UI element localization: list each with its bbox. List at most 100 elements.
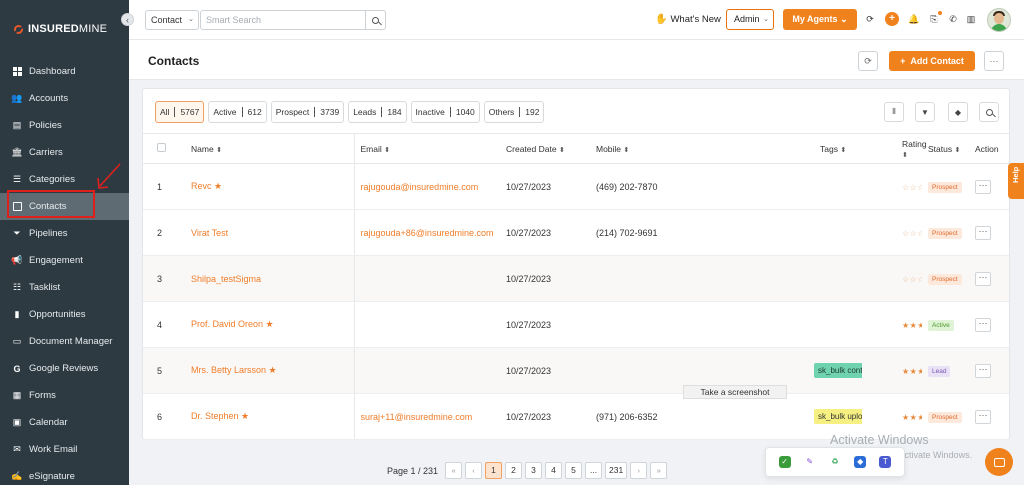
sidebar-item-forms[interactable]: ▦ Forms bbox=[0, 382, 129, 409]
sidebar-item-engagement[interactable]: 📢 Engagement bbox=[0, 247, 129, 274]
refresh-icon: ⟳ bbox=[864, 56, 872, 66]
table-row: 4 Prof. David Oreon ★ 10/27/2023 ★★★★★ A… bbox=[143, 301, 1009, 348]
sidebar-item-calendar[interactable]: ▣ Calendar bbox=[0, 409, 129, 436]
refresh-icon[interactable]: ⟳ bbox=[863, 12, 877, 26]
my-agents-label: My Agents bbox=[792, 14, 838, 24]
col-tags[interactable]: Tags ⬍ bbox=[770, 133, 862, 164]
contact-email-link[interactable]: suraj+11@insuredmine.com bbox=[361, 412, 473, 422]
tags-button[interactable]: ◆ bbox=[948, 102, 968, 122]
contact-name-link[interactable]: Mrs. Betty Larsson bbox=[191, 365, 266, 375]
app-logo[interactable]: INSUREDMINE bbox=[0, 0, 129, 58]
columns-button[interactable]: ⦀ bbox=[884, 102, 904, 122]
shield-check-icon[interactable]: ✓ bbox=[778, 456, 791, 468]
help-tab[interactable]: Help bbox=[1008, 163, 1024, 199]
contact-name-link[interactable]: Virat Test bbox=[191, 228, 228, 238]
more-options-button[interactable]: ··· bbox=[984, 51, 1004, 71]
sidebar-item-accounts[interactable]: 👥 Accounts bbox=[0, 85, 129, 112]
contact-name-link[interactable]: Shilpa_testSigma bbox=[191, 274, 261, 284]
user-avatar[interactable] bbox=[987, 8, 1011, 32]
inbox-icon[interactable]: ⎘ bbox=[927, 11, 942, 26]
star-rating[interactable]: ★★★★★ bbox=[902, 367, 922, 376]
sort-icon: ⬍ bbox=[623, 146, 630, 154]
filter-inactive[interactable]: Inactive 1040 bbox=[410, 101, 480, 123]
phone-icon[interactable]: ✆ bbox=[946, 12, 960, 26]
col-mobile[interactable]: Mobile ⬍ bbox=[590, 133, 770, 164]
sidebar-item-dashboard[interactable]: Dashboard bbox=[0, 58, 129, 85]
whats-new-link[interactable]: ✋ What's New bbox=[655, 14, 721, 25]
sidebar-item-opportunities[interactable]: ▮ Opportunities bbox=[0, 301, 129, 328]
filter-others[interactable]: Others 192 bbox=[483, 101, 545, 123]
teams-icon[interactable]: T bbox=[879, 456, 892, 468]
star-rating[interactable]: ☆☆☆☆☆ bbox=[902, 183, 922, 192]
contact-name-link[interactable]: Prof. David Oreon bbox=[191, 319, 263, 329]
page-button[interactable]: 3 bbox=[525, 462, 543, 479]
col-email[interactable]: Email ⬍ bbox=[353, 133, 500, 164]
refresh-list-button[interactable]: ⟳ bbox=[858, 51, 878, 71]
row-action-button[interactable]: ··· bbox=[975, 317, 991, 332]
star-rating[interactable]: ☆☆☆☆☆ bbox=[902, 275, 922, 284]
contact-name-link[interactable]: Revc bbox=[191, 181, 212, 191]
contact-email-link[interactable]: rajugouda+86@insuredmine.com bbox=[361, 228, 494, 238]
prev-page-button[interactable]: ‹ bbox=[465, 462, 483, 479]
my-agents-button[interactable]: My Agents ⌄ bbox=[783, 9, 857, 30]
recycle-icon[interactable]: ♻ bbox=[829, 456, 841, 468]
sidebar-item-google-reviews[interactable]: G Google Reviews bbox=[0, 355, 129, 382]
last-page-button[interactable]: » bbox=[650, 462, 668, 479]
calendar-icon: ▣ bbox=[12, 417, 22, 427]
table-header-row: Name ⬍ Email ⬍ Created Date ⬍ Mobile ⬍ T… bbox=[143, 133, 1009, 164]
next-page-button[interactable]: › bbox=[630, 462, 648, 479]
sidebar-item-document-manager[interactable]: ▭ Document Manager bbox=[0, 328, 129, 355]
contact-name-link[interactable]: Dr. Stephen bbox=[191, 411, 239, 421]
page-button[interactable]: 4 bbox=[545, 462, 563, 479]
page-button[interactable]: 1 bbox=[485, 462, 503, 479]
filter-prospect[interactable]: Prospect 3739 bbox=[270, 101, 345, 123]
sidebar-item-contacts[interactable]: Contacts bbox=[0, 193, 129, 220]
filter-all[interactable]: All 5767 bbox=[155, 101, 205, 123]
row-action-button[interactable]: ··· bbox=[975, 179, 991, 194]
tag[interactable]: sk_bulk upload bbox=[814, 409, 862, 424]
sidebar-item-tasklist[interactable]: ☷ Tasklist bbox=[0, 274, 129, 301]
sidebar-item-categories[interactable]: ☰ Categories bbox=[0, 166, 129, 193]
search-input[interactable] bbox=[201, 11, 361, 29]
sidebar-item-carriers[interactable]: 🏛 Carriers bbox=[0, 139, 129, 166]
security-icon[interactable]: ◆ bbox=[854, 456, 867, 468]
col-rating[interactable]: Rating ⬍ bbox=[862, 133, 927, 164]
sidebar-collapse-button[interactable]: ‹ bbox=[121, 13, 134, 26]
first-page-button[interactable]: « bbox=[445, 462, 463, 479]
row-action-button[interactable]: ··· bbox=[975, 363, 991, 378]
tag[interactable]: sk_bulk contact� bbox=[814, 363, 862, 378]
calculator-icon[interactable]: ▥ bbox=[964, 12, 978, 26]
pen-icon[interactable]: ✎ bbox=[804, 456, 816, 468]
add-contact-button[interactable]: + Add Contact bbox=[889, 51, 975, 71]
table-search-button[interactable] bbox=[979, 102, 999, 122]
row-action-button[interactable]: ··· bbox=[975, 409, 991, 424]
sidebar-item-policies[interactable]: ▤ Policies bbox=[0, 112, 129, 139]
quick-add-icon[interactable]: + bbox=[885, 12, 899, 26]
col-name[interactable]: Name ⬍ bbox=[185, 133, 354, 164]
sidebar-item-esignature[interactable]: ✍ eSignature bbox=[0, 463, 129, 485]
search-button[interactable] bbox=[365, 11, 385, 29]
sidebar-item-pipelines[interactable]: ⏷ Pipelines bbox=[0, 220, 129, 247]
filter-count: 612 bbox=[241, 107, 262, 117]
star-rating[interactable]: ★★★★★ bbox=[902, 321, 922, 330]
contact-email-link[interactable]: rajugouda@insuredmine.com bbox=[361, 182, 479, 192]
role-select[interactable]: Admin ⌄ bbox=[726, 9, 774, 30]
star-rating[interactable]: ★★★☆☆ bbox=[902, 413, 922, 422]
notification-bell-icon[interactable]: 🔔 bbox=[907, 12, 921, 26]
filter-active[interactable]: Active 612 bbox=[208, 101, 267, 123]
page-button[interactable]: 231 bbox=[605, 462, 628, 479]
chat-button[interactable] bbox=[985, 448, 1013, 476]
page-button[interactable]: 5 bbox=[565, 462, 583, 479]
page-button[interactable]: 2 bbox=[505, 462, 523, 479]
table-row: 1 Revc ★ rajugouda@insuredmine.com 10/27… bbox=[143, 163, 1009, 210]
filter-leads[interactable]: Leads 184 bbox=[348, 101, 407, 123]
filter-button[interactable]: ▼ bbox=[915, 102, 935, 122]
search-scope-select[interactable]: Contact ⌄ bbox=[145, 10, 199, 30]
row-action-button[interactable]: ··· bbox=[975, 225, 991, 240]
select-all-checkbox[interactable] bbox=[157, 143, 166, 152]
star-rating[interactable]: ☆☆☆☆☆ bbox=[902, 229, 922, 238]
sidebar-item-work-email[interactable]: ✉ Work Email bbox=[0, 436, 129, 463]
row-action-button[interactable]: ··· bbox=[975, 271, 991, 286]
col-status[interactable]: Status ⬍ bbox=[922, 133, 969, 164]
col-created[interactable]: Created Date ⬍ bbox=[500, 133, 590, 164]
